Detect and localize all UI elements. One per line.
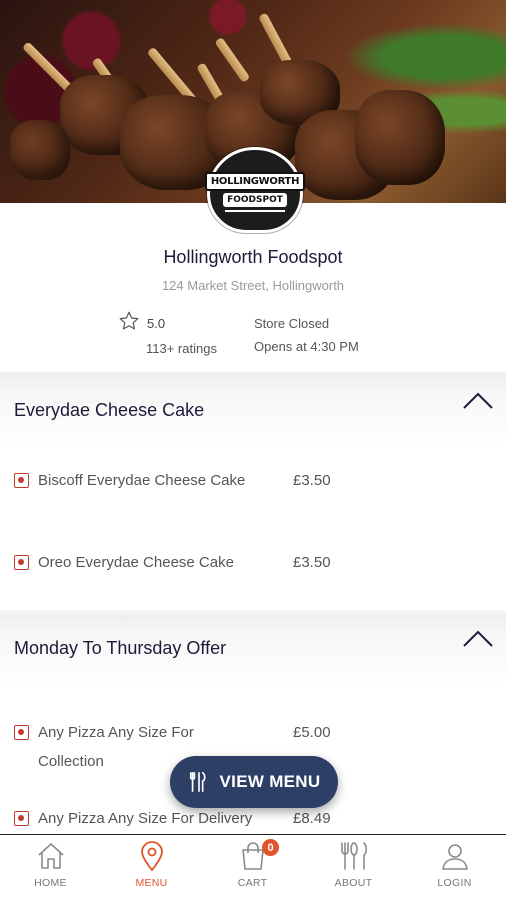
- logo-text-bottom: FOODSPOT: [223, 193, 287, 207]
- store-logo: HOLLINGWORTH FOODSPOT: [204, 147, 306, 233]
- item-price: £3.50: [293, 472, 331, 489]
- tab-about-label: ABOUT: [334, 877, 373, 889]
- section-title: Everydae Cheese Cake: [14, 400, 205, 420]
- menu-item[interactable]: Oreo Everydae Cheese Cake £3.50: [0, 528, 506, 610]
- menu-item[interactable]: Any Pizza Any Size For Delivery £8.49: [0, 804, 506, 834]
- chevron-up-icon[interactable]: [462, 628, 494, 648]
- store-address: 124 Market Street, Hollingworth: [161, 278, 345, 293]
- store-name: Hollingworth Foodspot: [163, 247, 343, 267]
- tab-login-label: LOGIN: [437, 877, 472, 889]
- chevron-up-icon[interactable]: [462, 390, 494, 410]
- tab-menu[interactable]: MENU: [101, 835, 202, 900]
- location-pin-icon: [140, 841, 163, 872]
- veg-marker-icon: [14, 555, 29, 570]
- veg-marker-icon: [14, 725, 29, 740]
- bottom-tab-bar: HOME MENU 0 CART ABOUT LOGIN: [0, 834, 506, 900]
- logo-text-top: HOLLINGWORTH: [204, 172, 306, 191]
- home-icon: [37, 843, 64, 869]
- tab-menu-label: MENU: [135, 877, 168, 889]
- section-header[interactable]: Monday To Thursday Offer: [0, 614, 506, 688]
- item-price: £5.00: [293, 724, 331, 741]
- item-price: £3.50: [293, 554, 331, 571]
- item-price: £8.49: [293, 810, 331, 827]
- menu-item[interactable]: Biscoff Everydae Cheese Cake £3.50: [0, 446, 506, 528]
- view-menu-label: VIEW MENU: [219, 772, 321, 791]
- rating-count: 113+ ratings: [146, 341, 217, 356]
- tab-cart-label: CART: [237, 877, 268, 889]
- cutlery-icon: [189, 772, 206, 792]
- veg-marker-icon: [14, 473, 29, 488]
- tab-login[interactable]: LOGIN: [404, 835, 505, 900]
- item-name-line: Collection: [38, 753, 104, 770]
- section-title: Monday To Thursday Offer: [14, 638, 227, 658]
- tab-home[interactable]: HOME: [0, 835, 101, 900]
- store-status: Store Closed Opens at 4:30 PM: [254, 316, 359, 354]
- item-name: Biscoff Everydae Cheese Cake: [38, 472, 246, 489]
- store-status-text: Store Closed: [254, 316, 330, 331]
- user-icon: [441, 844, 468, 870]
- cart-badge: 0: [262, 839, 279, 856]
- rating-value: 5.0: [147, 316, 166, 331]
- opening-time: Opens at 4:30 PM: [254, 339, 359, 354]
- tab-about[interactable]: ABOUT: [303, 835, 404, 900]
- menu-section: Everydae Cheese Cake Biscoff Everydae Ch…: [0, 372, 506, 610]
- star-icon: [119, 311, 139, 330]
- item-name: Oreo Everydae Cheese Cake: [38, 554, 234, 571]
- veg-marker-icon: [14, 811, 29, 826]
- view-menu-button[interactable]: VIEW MENU: [170, 756, 338, 808]
- cutlery-icon: [340, 842, 367, 870]
- item-name-line: Any Pizza Any Size For: [38, 724, 194, 741]
- tab-home-label: HOME: [34, 877, 67, 889]
- item-name: Any Pizza Any Size For Collection: [38, 718, 194, 776]
- section-header[interactable]: Everydae Cheese Cake: [0, 372, 506, 446]
- item-name: Any Pizza Any Size For Delivery: [38, 810, 253, 827]
- tab-cart[interactable]: 0 CART: [202, 835, 303, 900]
